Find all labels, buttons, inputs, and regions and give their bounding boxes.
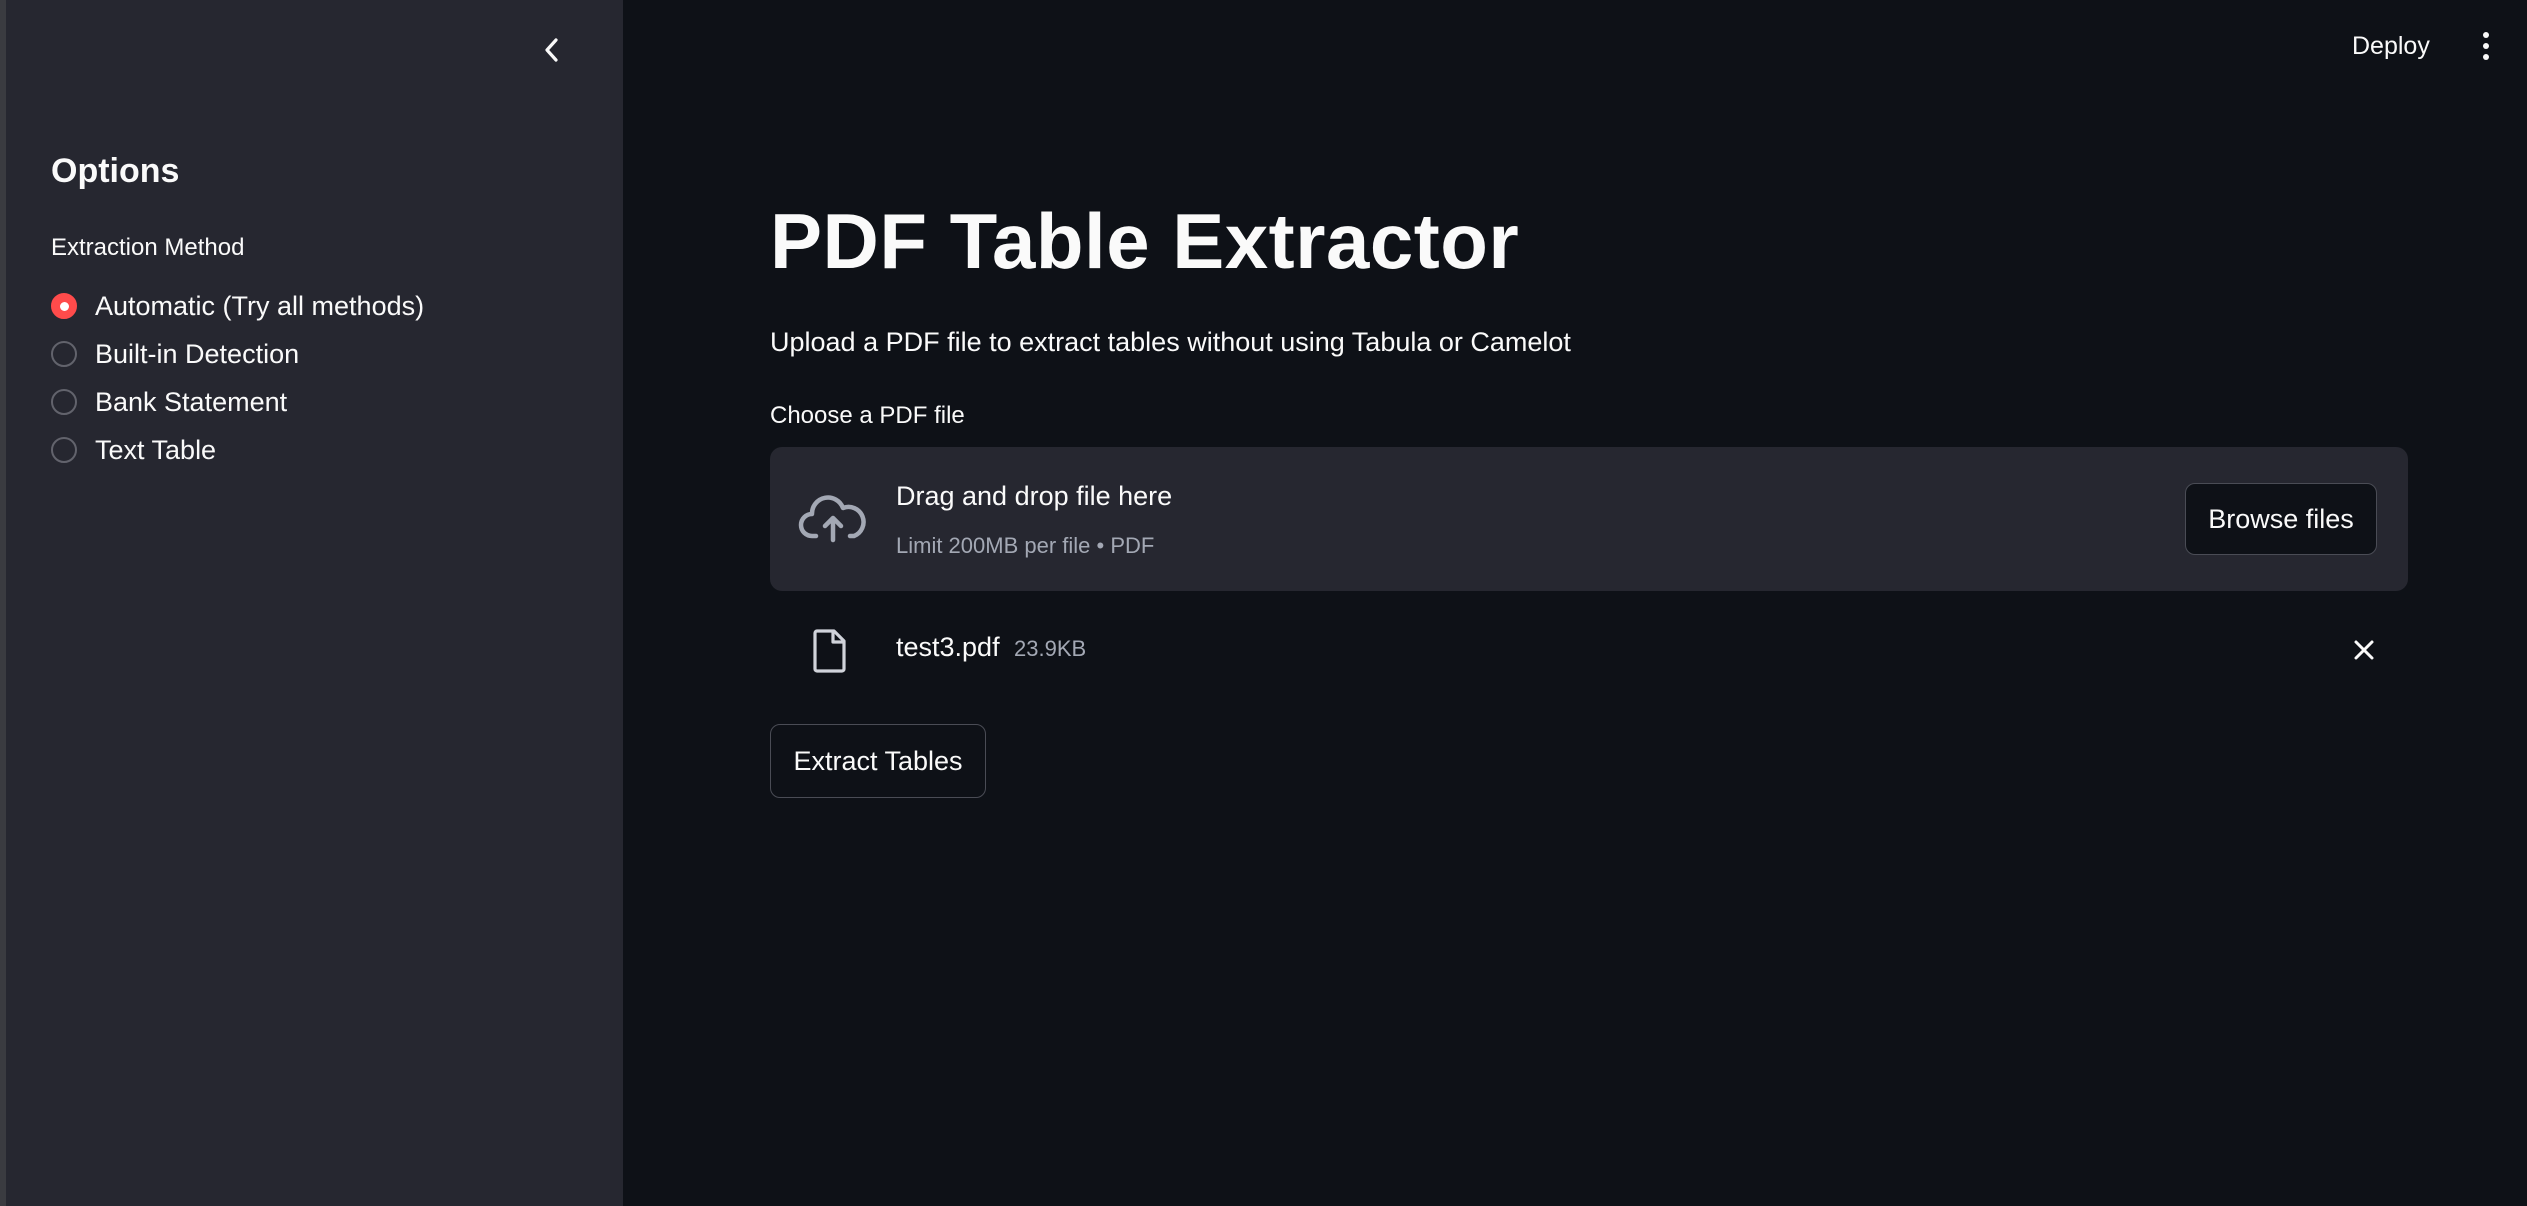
remove-file-button[interactable] (2344, 630, 2384, 670)
radio-option-text-table[interactable]: Text Table (51, 426, 424, 474)
radio-button[interactable] (51, 341, 77, 367)
app: Options Extraction Method Automatic (Try… (0, 0, 2527, 1206)
radio-option-bank-statement[interactable]: Bank Statement (51, 378, 424, 426)
radio-option-built-in-detection[interactable]: Built-in Detection (51, 330, 424, 378)
uploaded-file-size: 23.9KB (1014, 636, 1087, 661)
dropzone-limit-text: Limit 200MB per file • PDF (896, 533, 1155, 558)
extraction-method-radio-group: Automatic (Try all methods) Built-in Det… (51, 282, 424, 474)
radio-option-label: Built-in Detection (95, 338, 300, 369)
sidebar-title: Options (51, 152, 180, 190)
sidebar-collapse-button[interactable] (528, 30, 576, 70)
close-icon (2354, 640, 2374, 660)
dropzone-title: Drag and drop file here (896, 481, 1173, 511)
chevron-left-icon (545, 38, 558, 62)
page-title: PDF Table Extractor (770, 197, 1520, 285)
file-icon (813, 629, 846, 673)
cloud-upload-icon (798, 495, 866, 543)
sidebar: Options Extraction Method Automatic (Try… (6, 0, 623, 1206)
file-dropzone[interactable]: Drag and drop file here Limit 200MB per … (770, 447, 2408, 591)
radio-option-automatic[interactable]: Automatic (Try all methods) (51, 282, 424, 330)
kebab-menu-icon[interactable] (2470, 26, 2502, 66)
browse-files-button[interactable]: Browse files (2185, 483, 2377, 555)
radio-button-selected[interactable] (51, 293, 77, 319)
uploaded-file-name: test3.pdf (896, 632, 1000, 662)
radio-option-label: Bank Statement (95, 386, 288, 417)
radio-option-label: Automatic (Try all methods) (95, 290, 425, 321)
extraction-method-label: Extraction Method (51, 234, 245, 261)
radio-option-label: Text Table (95, 434, 217, 465)
radio-button[interactable] (51, 437, 77, 463)
extract-tables-button[interactable]: Extract Tables (770, 724, 986, 798)
deploy-button[interactable]: Deploy (2340, 28, 2442, 65)
page-subtitle: Upload a PDF file to extract tables with… (770, 327, 1571, 357)
uploaded-file-row: test3.pdf 23.9KB (770, 620, 2408, 680)
file-uploader-label: Choose a PDF file (770, 402, 965, 429)
radio-button[interactable] (51, 389, 77, 415)
